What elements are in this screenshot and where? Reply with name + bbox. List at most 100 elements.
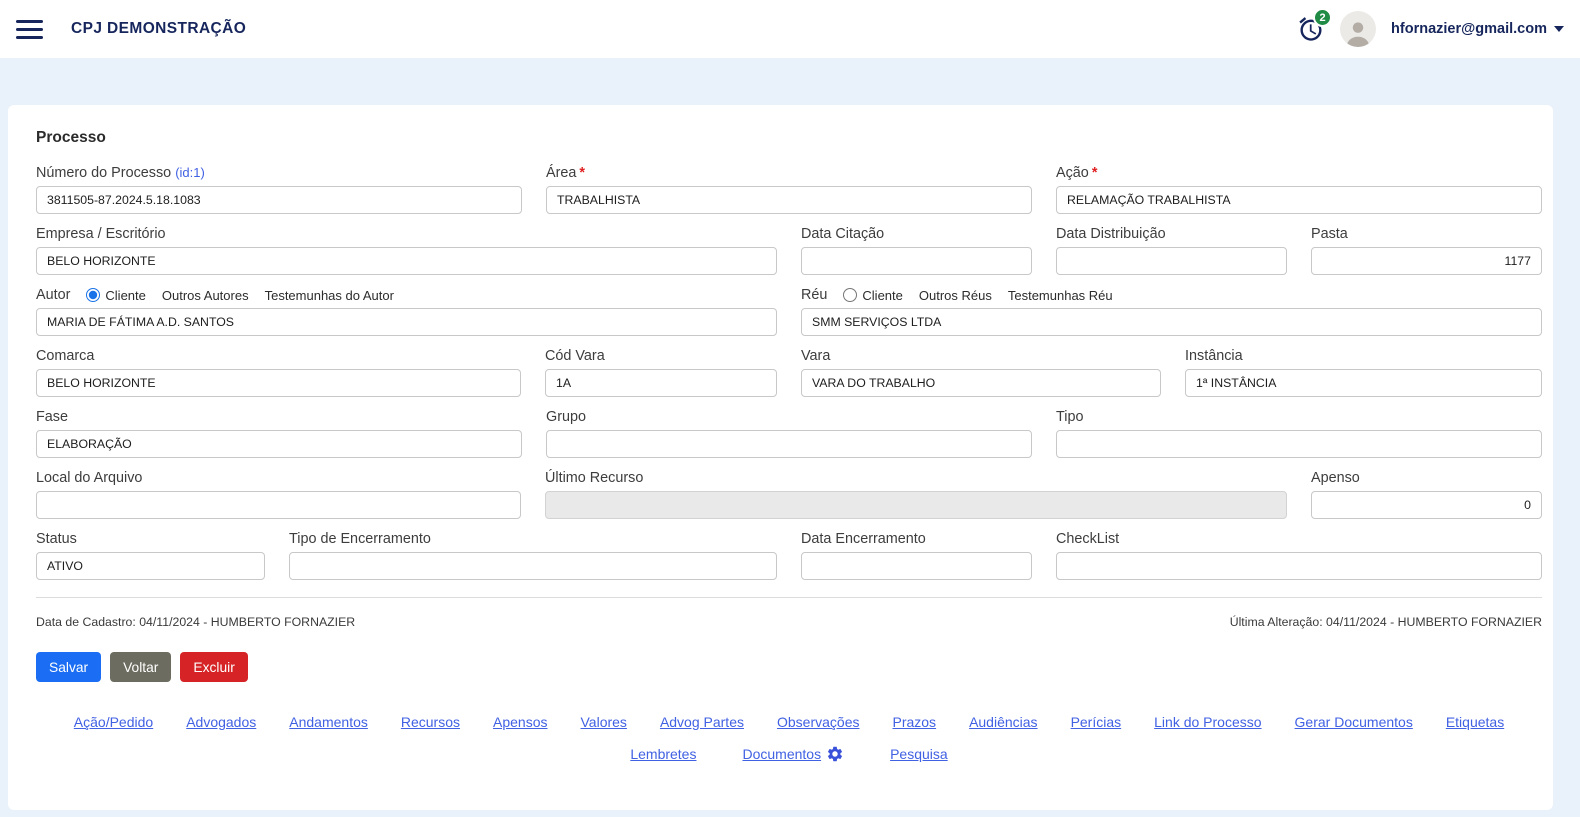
- data-citacao-label: Data Citação: [801, 226, 1032, 242]
- processo-card: Processo Número do Processo (id:1) Área*…: [8, 105, 1553, 810]
- top-bar-right: 2 hfornazier@gmail.com: [1297, 11, 1564, 47]
- status-input[interactable]: [36, 552, 265, 580]
- field-acao: Ação*: [1056, 165, 1542, 214]
- local-arquivo-label: Local do Arquivo: [36, 470, 521, 486]
- nav-link-prazos[interactable]: Prazos: [892, 714, 936, 730]
- instancia-label: Instância: [1185, 348, 1542, 364]
- fase-input[interactable]: [36, 430, 522, 458]
- empresa-input[interactable]: [36, 247, 777, 275]
- alarm-notifications-button[interactable]: 2: [1297, 15, 1325, 43]
- nav-link-advog-partes[interactable]: Advog Partes: [660, 714, 744, 730]
- apenso-input[interactable]: [1311, 491, 1542, 519]
- grupo-input[interactable]: [546, 430, 1032, 458]
- testemunhas-autor-link[interactable]: Testemunhas do Autor: [265, 288, 394, 303]
- related-links-nav: Ação/Pedido Advogados Andamentos Recurso…: [36, 714, 1542, 763]
- ultimo-recurso-label: Último Recurso: [545, 470, 1287, 486]
- ultimo-recurso-input: [545, 491, 1287, 519]
- excluir-button[interactable]: Excluir: [180, 652, 247, 682]
- id-tag[interactable]: (id:1): [175, 165, 205, 180]
- cod-vara-input[interactable]: [545, 369, 777, 397]
- outros-reus-link[interactable]: Outros Réus: [919, 288, 992, 303]
- testemunhas-reu-link[interactable]: Testemunhas Réu: [1008, 288, 1113, 303]
- form-row-6: Local do Arquivo Último Recurso Apenso: [36, 470, 1542, 519]
- field-checklist: CheckList: [1056, 531, 1542, 580]
- user-menu[interactable]: hfornazier@gmail.com: [1391, 21, 1564, 37]
- grupo-label: Grupo: [546, 409, 1032, 425]
- checklist-label: CheckList: [1056, 531, 1542, 547]
- field-status: Status: [36, 531, 265, 580]
- comarca-input[interactable]: [36, 369, 521, 397]
- reu-input[interactable]: [801, 308, 1542, 336]
- reu-label: Réu: [801, 287, 827, 303]
- nav-link-lembretes[interactable]: Lembretes: [630, 746, 696, 762]
- checklist-input[interactable]: [1056, 552, 1542, 580]
- links-row-2: Lembretes Documentos Pesquisa: [36, 745, 1542, 763]
- data-distribuicao-input[interactable]: [1056, 247, 1287, 275]
- links-row-1: Ação/Pedido Advogados Andamentos Recurso…: [36, 714, 1542, 730]
- nav-link-documentos[interactable]: Documentos: [742, 746, 821, 762]
- area-label: Área*: [546, 165, 1032, 181]
- nav-link-pesquisa[interactable]: Pesquisa: [890, 746, 948, 762]
- form-row-7: Status Tipo de Encerramento Data Encerra…: [36, 531, 1542, 580]
- voltar-button[interactable]: Voltar: [110, 652, 171, 682]
- pasta-input[interactable]: [1311, 247, 1542, 275]
- acao-input[interactable]: [1056, 186, 1542, 214]
- nav-link-valores[interactable]: Valores: [581, 714, 627, 730]
- ultima-alteracao-text: Última Alteração: 04/11/2024 - HUMBERTO …: [1230, 615, 1542, 629]
- field-autor: Autor Cliente Outros Autores Testemunhas…: [36, 287, 777, 336]
- nav-link-gerar-documentos[interactable]: Gerar Documentos: [1295, 714, 1413, 730]
- nav-link-etiquetas[interactable]: Etiquetas: [1446, 714, 1504, 730]
- hamburger-menu-icon[interactable]: [16, 20, 43, 39]
- nav-link-link-do-processo[interactable]: Link do Processo: [1154, 714, 1261, 730]
- field-comarca: Comarca: [36, 348, 521, 397]
- reu-cliente-radio-input[interactable]: [843, 288, 857, 302]
- tipo-encerramento-input[interactable]: [289, 552, 777, 580]
- data-citacao-input[interactable]: [801, 247, 1032, 275]
- field-area: Área*: [546, 165, 1032, 214]
- autor-cliente-radio-input[interactable]: [86, 288, 100, 302]
- data-distribuicao-label: Data Distribuição: [1056, 226, 1287, 242]
- field-instancia: Instância: [1185, 348, 1542, 397]
- reu-cliente-radio[interactable]: Cliente: [843, 288, 902, 303]
- tipo-encerramento-label: Tipo de Encerramento: [289, 531, 777, 547]
- autor-input[interactable]: [36, 308, 777, 336]
- notification-count-badge: 2: [1313, 8, 1332, 27]
- vara-input[interactable]: [801, 369, 1161, 397]
- app-title: CPJ DEMONSTRAÇÃO: [71, 20, 246, 38]
- top-bar: CPJ DEMONSTRAÇÃO 2 hfornazier@gmail.com: [0, 0, 1580, 58]
- chevron-down-icon: [1554, 26, 1564, 32]
- apenso-label: Apenso: [1311, 470, 1542, 486]
- nav-link-acao-pedido[interactable]: Ação/Pedido: [74, 714, 153, 730]
- field-grupo: Grupo: [546, 409, 1032, 458]
- required-marker: *: [1092, 165, 1098, 181]
- autor-cliente-radio[interactable]: Cliente: [86, 288, 145, 303]
- nav-link-andamentos[interactable]: Andamentos: [289, 714, 368, 730]
- nav-link-audiencias[interactable]: Audiências: [969, 714, 1038, 730]
- nav-link-recursos[interactable]: Recursos: [401, 714, 460, 730]
- field-vara: Vara: [801, 348, 1161, 397]
- data-encerramento-input[interactable]: [801, 552, 1032, 580]
- nav-link-apensos[interactable]: Apensos: [493, 714, 547, 730]
- nav-link-observacoes[interactable]: Observações: [777, 714, 859, 730]
- nav-link-pericias[interactable]: Perícias: [1071, 714, 1122, 730]
- field-ultimo-recurso: Último Recurso: [545, 470, 1287, 519]
- local-arquivo-input[interactable]: [36, 491, 521, 519]
- form-row-1: Número do Processo (id:1) Área* Ação*: [36, 165, 1542, 214]
- nav-link-advogados[interactable]: Advogados: [186, 714, 256, 730]
- salvar-button[interactable]: Salvar: [36, 652, 101, 682]
- gear-icon[interactable]: [826, 745, 844, 763]
- field-cod-vara: Cód Vara: [545, 348, 777, 397]
- numero-processo-input[interactable]: [36, 186, 522, 214]
- instancia-input[interactable]: [1185, 369, 1542, 397]
- field-data-distribuicao: Data Distribuição: [1056, 226, 1287, 275]
- tipo-input[interactable]: [1056, 430, 1542, 458]
- autor-label: Autor: [36, 287, 70, 303]
- outros-autores-link[interactable]: Outros Autores: [162, 288, 249, 303]
- avatar[interactable]: [1340, 11, 1376, 47]
- pasta-label: Pasta: [1311, 226, 1542, 242]
- field-apenso: Apenso: [1311, 470, 1542, 519]
- numero-processo-label: Número do Processo (id:1): [36, 165, 522, 181]
- user-email: hfornazier@gmail.com: [1391, 21, 1547, 37]
- area-input[interactable]: [546, 186, 1032, 214]
- field-empresa: Empresa / Escritório: [36, 226, 777, 275]
